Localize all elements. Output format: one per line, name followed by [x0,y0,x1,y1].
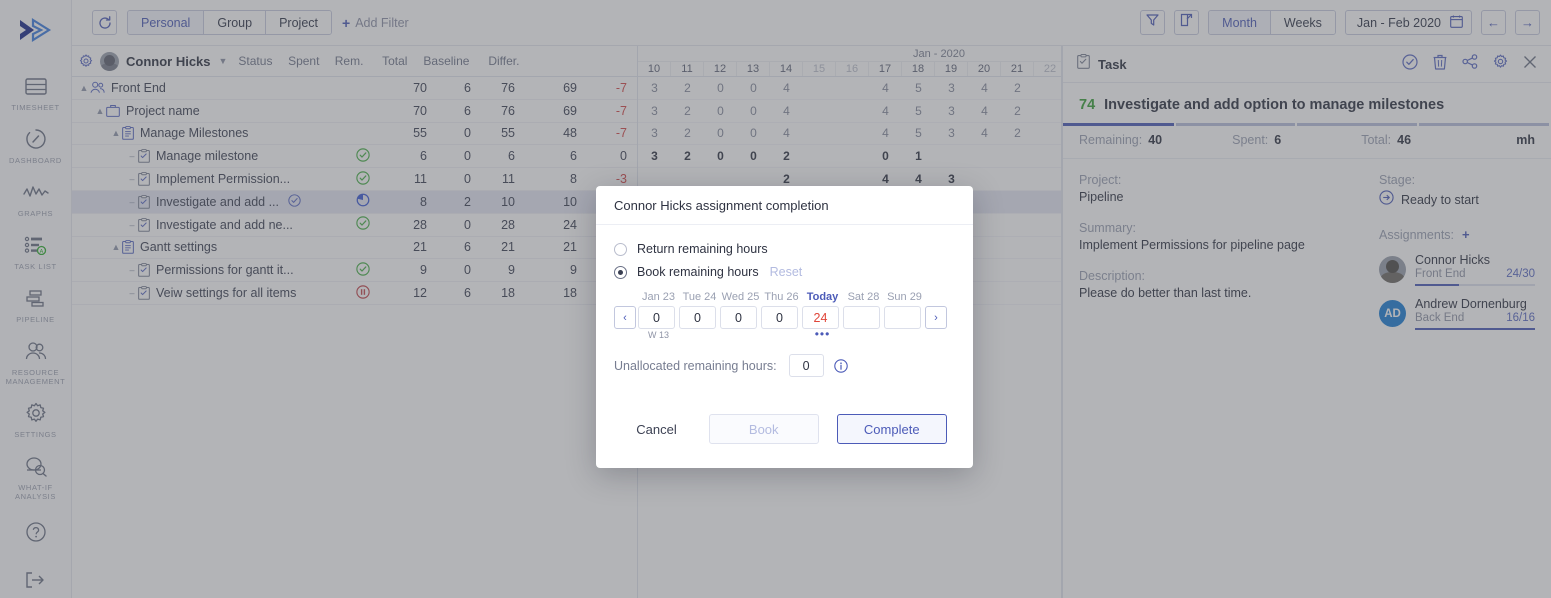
day-hours-input[interactable]: 0 [720,306,757,329]
week-label: W 13 [647,330,669,340]
more-options-dots[interactable]: ••• [802,328,843,342]
day-label: Sat 28 [847,291,880,303]
day-hours-input[interactable]: 0 [679,306,716,329]
book-button[interactable]: Book [708,414,819,444]
next-week-button[interactable]: › [925,306,947,329]
day-label: Wed 25 [721,291,760,303]
option-book-remaining-hours[interactable]: Book remaining hours Reset [614,265,955,279]
unallocated-remaining-hours-row: Unallocated remaining hours: 0 [614,354,955,377]
unallocated-input[interactable]: 0 [788,354,824,377]
day-sub-cell [679,330,720,342]
day-sub-cell [843,330,884,342]
reset-link[interactable]: Reset [770,265,803,279]
day-label: Jan 23 [641,291,676,303]
day-label: Thu 26 [764,291,799,303]
assignment-completion-dialog: Connor Hicks assignment completion Retur… [596,186,973,468]
day-sub-cell [761,330,802,342]
radio-book[interactable] [614,265,627,279]
complete-button[interactable]: Complete [836,414,947,444]
day-label: Sun 29 [887,291,922,303]
day-hours-picker: Jan 23 Tue 24 Wed 25 Thu 26 Today Sat 28 Sun 2… [614,288,955,342]
radio-return[interactable] [614,242,627,256]
option-return-remaining-hours[interactable]: Return remaining hours [614,242,955,256]
prev-week-button[interactable]: ‹ [614,306,636,329]
option-label: Book remaining hours [637,265,759,279]
day-sub-row: W 13 ••• [614,328,955,342]
day-sub-cell [884,330,925,342]
day-hours-input[interactable]: 0 [638,306,675,329]
day-labels-row: Jan 23 Tue 24 Wed 25 Thu 26 Today Sat 28 Sun 2… [614,288,955,303]
day-label: Tue 24 [682,291,717,303]
day-hours-input[interactable]: 24 [802,306,839,329]
day-hours-input[interactable] [843,306,880,329]
unallocated-label: Unallocated remaining hours: [614,358,777,373]
info-circle-icon[interactable] [833,358,848,373]
day-sub-cell [720,330,761,342]
day-label: Today [806,291,839,303]
day-inputs-row: ‹ 0 0 0 0 24 › [614,306,955,329]
dialog-footer: Cancel Book Complete [596,390,973,468]
dialog-title: Connor Hicks assignment completion [596,186,973,225]
day-hours-input[interactable]: 0 [761,306,798,329]
cancel-button[interactable]: Cancel [622,414,690,444]
day-hours-input[interactable] [884,306,921,329]
option-label: Return remaining hours [637,242,768,256]
